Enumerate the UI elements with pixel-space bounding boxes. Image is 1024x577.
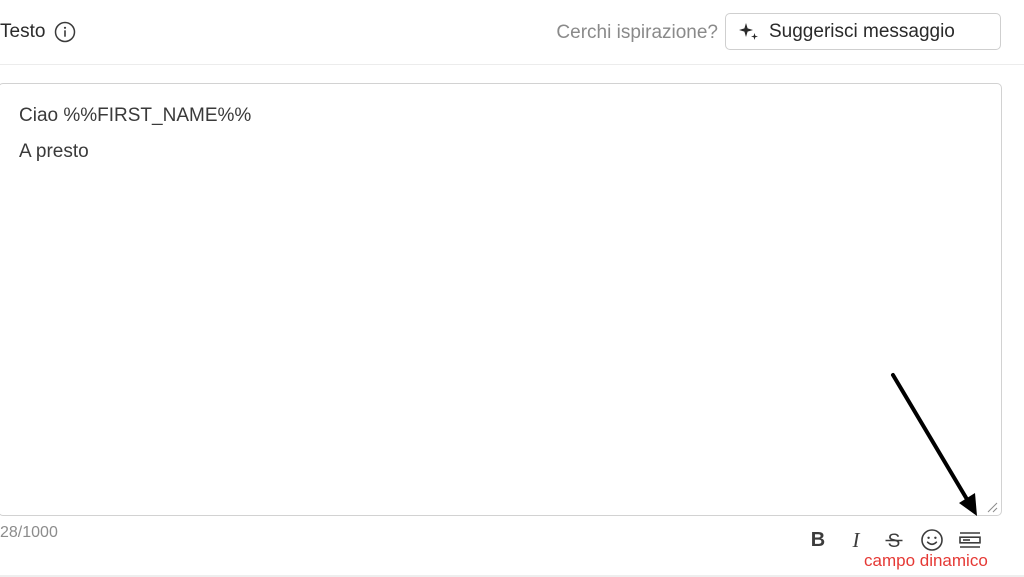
section-title: Testo [0, 21, 46, 42]
character-counter: 28/1000 [0, 524, 58, 541]
message-text-panel: Testo Cerchi ispirazione? Suggerisci mes… [0, 0, 1024, 577]
suggest-message-label: Suggerisci messaggio [769, 20, 955, 42]
message-content: Ciao %%FIRST_NAME%% A presto [19, 98, 251, 170]
message-line: Ciao %%FIRST_NAME%% [19, 105, 252, 126]
title-group: Testo [0, 17, 76, 47]
annotation-label: campo dinamico [864, 551, 988, 570]
italic-button[interactable]: I [844, 528, 868, 552]
smiley-icon [921, 529, 943, 551]
message-line: A presto [19, 141, 89, 162]
sparkle-icon [737, 20, 761, 44]
text-section-header: Testo Cerchi ispirazione? Suggerisci mes… [0, 0, 1024, 64]
emoji-button[interactable] [920, 528, 944, 552]
formatting-toolbar: B I S [806, 526, 982, 554]
dynamic-field-icon [959, 532, 981, 548]
bold-button[interactable]: B [806, 528, 830, 552]
suggest-message-button[interactable]: Suggerisci messaggio [725, 13, 1001, 50]
info-icon[interactable] [54, 21, 76, 43]
inspiration-text: Cerchi ispirazione? [556, 22, 718, 43]
dynamic-field-button[interactable] [958, 528, 982, 552]
strikethrough-button[interactable]: S [882, 528, 906, 552]
message-textarea[interactable]: Ciao %%FIRST_NAME%% A presto [0, 83, 1002, 516]
header-divider [0, 64, 1024, 65]
strikethrough-icon: S [885, 531, 903, 551]
annotation-arrow [891, 373, 977, 516]
